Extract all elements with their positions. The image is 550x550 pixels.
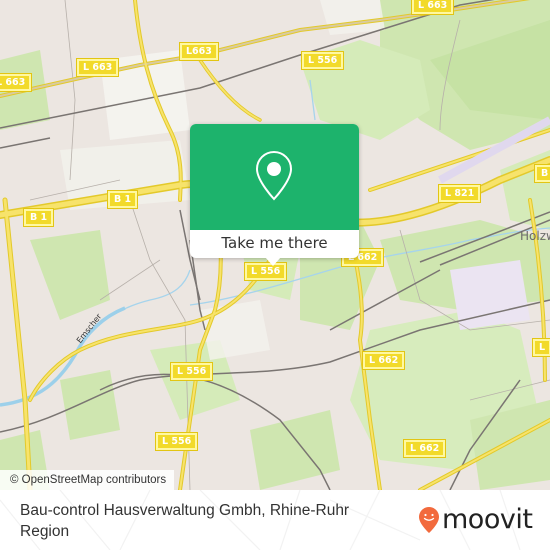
popup-header[interactable] <box>190 124 359 230</box>
popup-pointer <box>265 257 281 266</box>
road-label: B 1 <box>108 191 138 208</box>
road-label: L 663 <box>0 74 32 91</box>
place-name: Bau-control Hausverwaltung Gmbh, Rhine-R… <box>20 502 350 540</box>
road-label: L 662 <box>404 440 446 457</box>
road-label: L 556 <box>302 52 344 69</box>
road-label: L663 <box>180 43 218 60</box>
road-label: B <box>535 165 550 182</box>
road-label: L 556 <box>171 363 213 380</box>
road-label: L 662 <box>363 352 405 369</box>
road-label: L 663 <box>412 0 454 14</box>
map-attribution[interactable]: © OpenStreetMap contributors <box>0 470 175 490</box>
moovit-wordmark: moovit <box>442 504 533 535</box>
road-label: L 663 <box>77 59 119 76</box>
location-pin-icon <box>255 150 293 201</box>
map-view[interactable]: L 663 L 663 L 663 L663 L 556 B 1 B 1 L 8… <box>0 0 550 490</box>
moovit-logo[interactable]: moovit <box>418 504 533 535</box>
road-label: L 821 <box>439 185 481 202</box>
road-label: B 1 <box>24 209 54 226</box>
place-label-holzwickede: Holzw <box>520 229 550 243</box>
take-me-there-button[interactable]: Take me there <box>190 230 359 258</box>
road-label: L <box>533 339 550 356</box>
road-label: L 556 <box>156 433 198 450</box>
moovit-pin-icon <box>419 507 439 533</box>
location-popup[interactable]: Take me there <box>190 124 359 266</box>
